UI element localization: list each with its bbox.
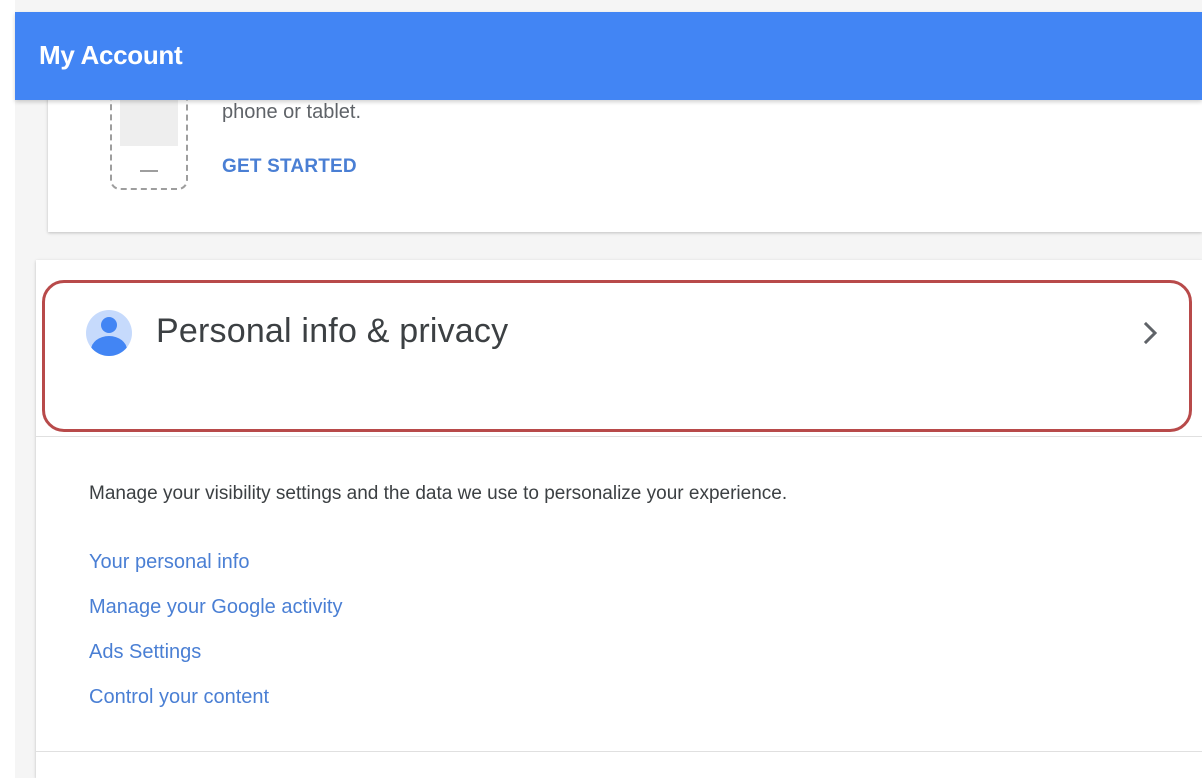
highlight-annotation: [42, 280, 1192, 432]
person-icon-head: [101, 317, 117, 333]
link-control-your-content[interactable]: Control your content: [89, 683, 342, 728]
section-title: Personal info & privacy: [156, 312, 509, 350]
phone-home-button: [140, 170, 158, 172]
divider: [36, 436, 1202, 437]
divider: [36, 751, 1202, 752]
get-started-button[interactable]: GET STARTED: [222, 156, 357, 178]
top-app-bar: My Account: [15, 12, 1202, 100]
app-title: My Account: [39, 40, 183, 70]
viewport-edge: [0, 0, 15, 778]
link-manage-google-activity[interactable]: Manage your Google activity: [89, 593, 342, 638]
link-your-personal-info[interactable]: Your personal info: [89, 548, 342, 593]
personal-info-privacy-card: Personal info & privacy Manage your visi…: [36, 260, 1202, 778]
device-card-text: phone or tablet.: [222, 101, 361, 123]
link-ads-settings[interactable]: Ads Settings: [89, 638, 342, 683]
chevron-right-icon[interactable]: [1136, 318, 1166, 348]
person-icon-body: [91, 336, 127, 356]
section-description: Manage your visibility settings and the …: [89, 483, 788, 504]
personal-info-privacy-header[interactable]: Personal info & privacy: [36, 260, 1202, 436]
page: My Account phone or tablet. GET STARTED …: [0, 0, 1202, 778]
person-icon: [86, 310, 132, 356]
section-links: Your personal info Manage your Google ac…: [89, 548, 342, 728]
